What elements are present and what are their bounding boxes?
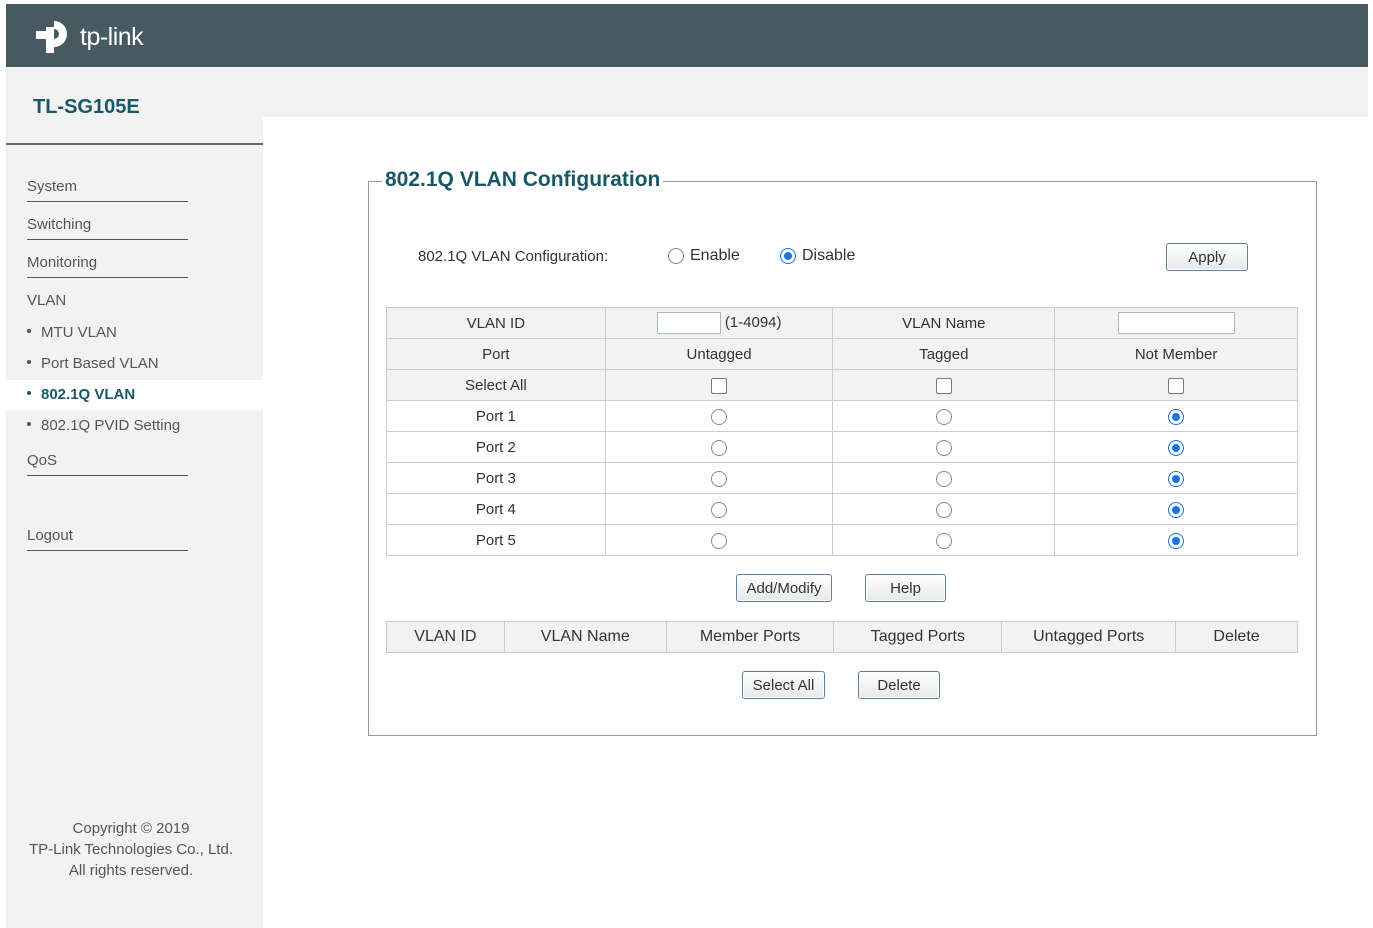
tp-link-logo: tp-link bbox=[32, 17, 144, 57]
sidebar-subitem-8021q-vlan[interactable]: 802.1Q VLAN bbox=[27, 386, 135, 403]
tp-link-logo-icon bbox=[36, 21, 67, 53]
sidebar-subitem-8021q-pvid-setting[interactable]: 802.1Q PVID Setting bbox=[27, 417, 180, 434]
disable-radio[interactable]: Disable bbox=[780, 247, 855, 265]
select-all-not-member-checkbox[interactable] bbox=[1168, 377, 1185, 394]
list-header-member-ports: Member Ports bbox=[665, 621, 835, 653]
subheader-bar bbox=[6, 67, 1368, 117]
section-title: 802.1Q VLAN Configuration bbox=[382, 168, 664, 192]
sidebar-item-switching[interactable]: Switching bbox=[27, 216, 188, 240]
help-button[interactable]: Help bbox=[865, 574, 946, 602]
table-row: Port 3 bbox=[386, 462, 1298, 494]
list-header-tagged-ports: Tagged Ports bbox=[833, 621, 1003, 653]
vlan-name-label: VLAN Name bbox=[832, 307, 1056, 339]
port-name: Port 2 bbox=[386, 431, 606, 463]
sidebar-subitem-port-based-vlan[interactable]: Port Based VLAN bbox=[27, 355, 159, 372]
port-2-not-member-radio[interactable] bbox=[1168, 439, 1185, 456]
column-header-tagged: Tagged bbox=[832, 338, 1056, 370]
vlan-id-input[interactable] bbox=[656, 312, 721, 334]
sidebar-subitem-mtu-vlan[interactable]: MTU VLAN bbox=[27, 324, 117, 341]
list-header-vlan-name: VLAN Name bbox=[503, 621, 667, 653]
bullet-icon bbox=[27, 360, 31, 365]
column-header-untagged: Untagged bbox=[604, 338, 834, 370]
vlan-name-input[interactable] bbox=[1117, 312, 1235, 334]
column-header-port: Port bbox=[386, 338, 606, 370]
vlan-id-label: VLAN ID bbox=[386, 307, 606, 339]
delete-button[interactable]: Delete bbox=[858, 671, 940, 699]
sidebar-item-logout[interactable]: Logout bbox=[27, 527, 188, 551]
select-all-tagged-checkbox[interactable] bbox=[935, 377, 952, 394]
port-1-tagged-radio[interactable] bbox=[935, 408, 952, 425]
port-1-untagged-radio[interactable] bbox=[711, 408, 728, 425]
vlan-list-table: VLAN ID VLAN Name Member Ports Tagged Po… bbox=[386, 621, 1298, 653]
column-header-not-member: Not Member bbox=[1054, 338, 1298, 370]
port-2-untagged-radio[interactable] bbox=[711, 439, 728, 456]
vlan-id-row: VLAN ID (1-4094) VLAN Name bbox=[386, 307, 1298, 339]
table-row: Port 2 bbox=[386, 431, 1298, 463]
port-name: Port 4 bbox=[386, 493, 606, 525]
bullet-icon bbox=[27, 422, 31, 427]
port-3-not-member-radio[interactable] bbox=[1168, 470, 1185, 487]
list-header-vlan-id: VLAN ID bbox=[386, 621, 505, 653]
enable-radio-circle[interactable] bbox=[668, 248, 684, 264]
port-3-tagged-radio[interactable] bbox=[935, 470, 952, 487]
table-row: Port 4 bbox=[386, 493, 1298, 525]
select-all-label: Select All bbox=[386, 369, 606, 401]
sidebar-item-qos[interactable]: QoS bbox=[27, 452, 188, 476]
port-name: Port 1 bbox=[386, 400, 606, 432]
port-4-untagged-radio[interactable] bbox=[711, 501, 728, 518]
table-row: Port 5 bbox=[386, 524, 1298, 556]
apply-button[interactable]: Apply bbox=[1166, 243, 1248, 271]
select-all-button[interactable]: Select All bbox=[742, 671, 825, 699]
vlan-id-range: (1-4094) bbox=[724, 313, 782, 331]
port-name: Port 5 bbox=[386, 524, 606, 556]
port-name: Port 3 bbox=[386, 462, 606, 494]
list-header-untagged-ports: Untagged Ports bbox=[1001, 621, 1177, 653]
vlan-port-table: VLAN ID (1-4094) VLAN Name Port Untagged… bbox=[386, 307, 1298, 556]
add-modify-button[interactable]: Add/Modify bbox=[736, 574, 832, 602]
disable-radio-circle[interactable] bbox=[780, 248, 796, 264]
sidebar-divider bbox=[6, 143, 263, 145]
sidebar-item-monitoring[interactable]: Monitoring bbox=[27, 254, 188, 278]
port-4-tagged-radio[interactable] bbox=[935, 501, 952, 518]
enable-radio[interactable]: Enable bbox=[668, 247, 740, 265]
logo-text: tp-link bbox=[80, 22, 144, 51]
port-5-not-member-radio[interactable] bbox=[1168, 532, 1185, 549]
port-5-untagged-radio[interactable] bbox=[711, 532, 728, 549]
sidebar-item-vlan[interactable]: VLAN bbox=[27, 292, 66, 309]
top-header: tp-link bbox=[6, 4, 1368, 67]
port-3-untagged-radio[interactable] bbox=[711, 470, 728, 487]
sidebar-item-system[interactable]: System bbox=[27, 178, 188, 202]
port-2-tagged-radio[interactable] bbox=[935, 439, 952, 456]
copyright: Copyright © 2019 TP-Link Technologies Co… bbox=[28, 820, 233, 879]
list-header-delete: Delete bbox=[1175, 621, 1298, 653]
table-row: Port 1 bbox=[386, 400, 1298, 432]
vlan-config-label: 802.1Q VLAN Configuration: bbox=[418, 248, 609, 265]
bullet-icon bbox=[27, 329, 31, 334]
column-header-row: Port Untagged Tagged Not Member bbox=[386, 338, 1298, 370]
select-all-untagged-checkbox[interactable] bbox=[711, 377, 728, 394]
vlan-list-header: VLAN ID VLAN Name Member Ports Tagged Po… bbox=[386, 621, 1298, 653]
device-model: TL-SG105E bbox=[33, 96, 140, 118]
port-4-not-member-radio[interactable] bbox=[1168, 501, 1185, 518]
select-all-row: Select All bbox=[386, 369, 1298, 401]
port-1-not-member-radio[interactable] bbox=[1168, 408, 1185, 425]
port-5-tagged-radio[interactable] bbox=[935, 532, 952, 549]
bullet-icon bbox=[27, 391, 31, 396]
